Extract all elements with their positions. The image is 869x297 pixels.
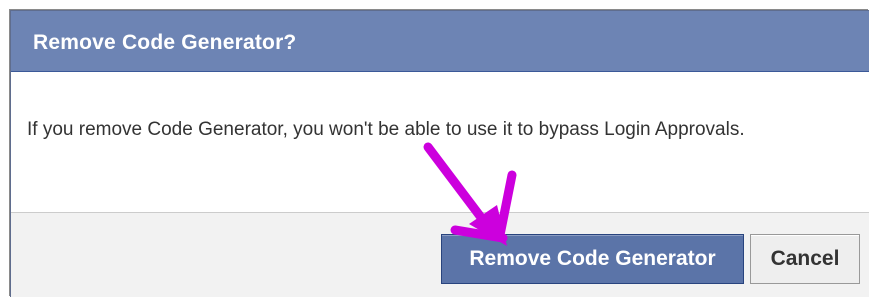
dialog-title: Remove Code Generator? (33, 31, 297, 54)
remove-code-generator-button[interactable]: Remove Code Generator (441, 234, 744, 284)
dialog-header: Remove Code Generator? (11, 11, 869, 72)
cancel-button[interactable]: Cancel (750, 234, 860, 284)
screenshot-page: Remove Code Generator? If you remove Cod… (0, 0, 869, 297)
dialog-footer: Remove Code Generator Cancel (11, 212, 869, 297)
remove-code-generator-dialog: Remove Code Generator? If you remove Cod… (10, 10, 869, 297)
dialog-message: If you remove Code Generator, you won't … (27, 119, 745, 140)
dialog-body: If you remove Code Generator, you won't … (11, 72, 869, 212)
